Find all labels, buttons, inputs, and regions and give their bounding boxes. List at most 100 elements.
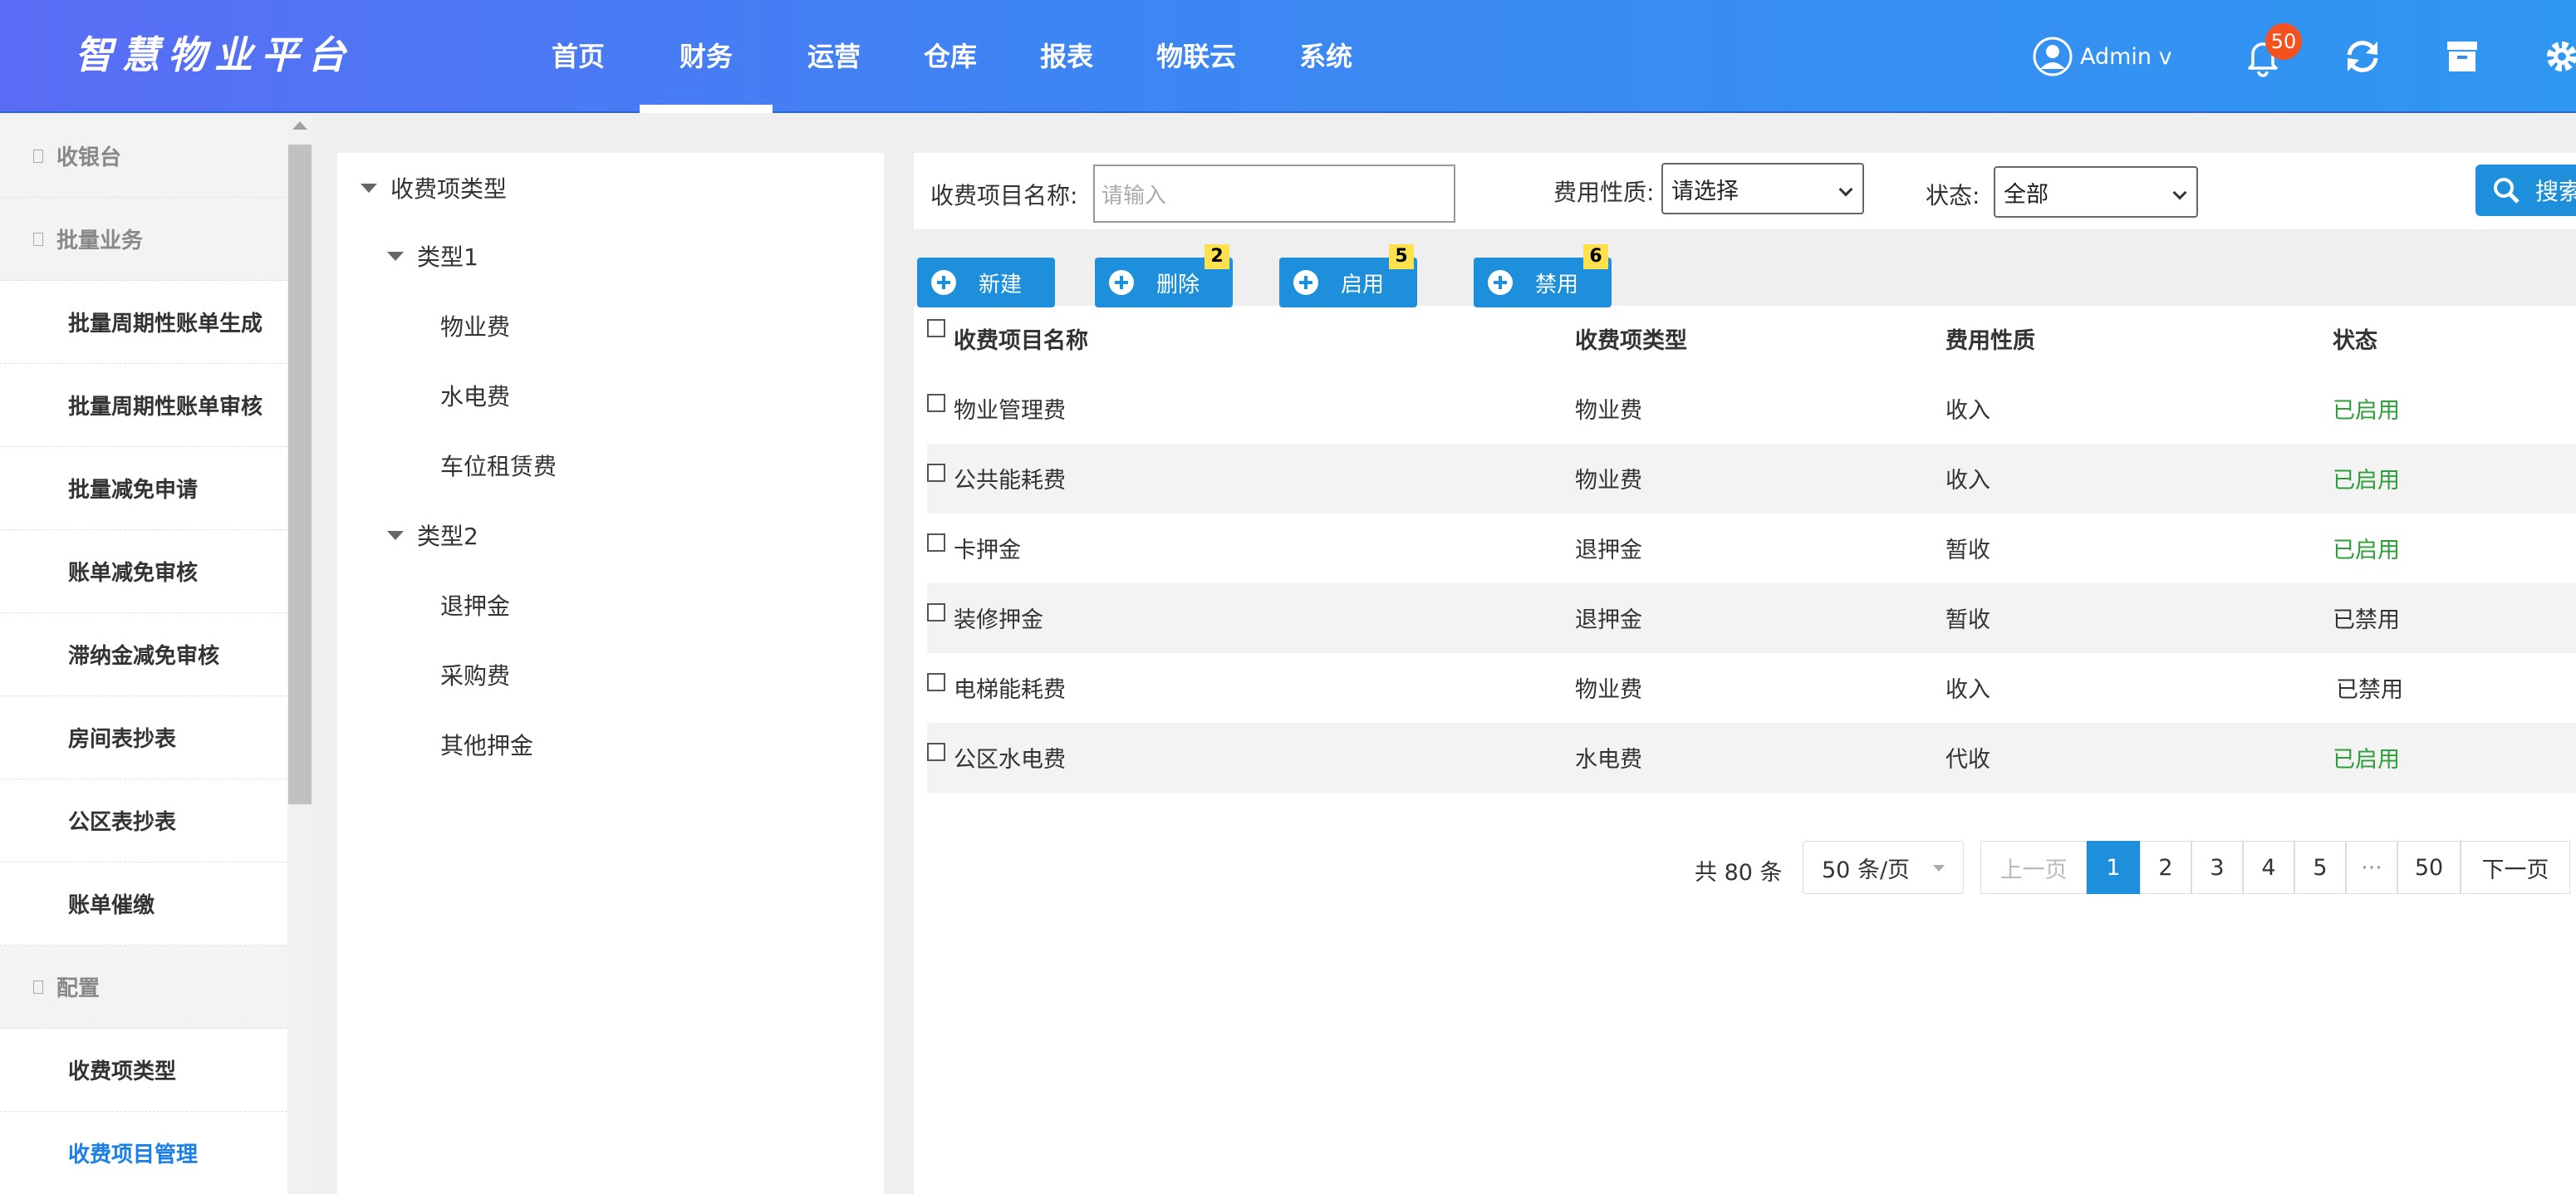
sidebar-item-late-fee-review[interactable]: 滞纳金减免审核 (0, 613, 287, 696)
sidebar-item-fee-management[interactable]: 收费项目管理 (0, 1112, 287, 1194)
cell-name: 公共能耗费 (954, 468, 1066, 494)
table-row[interactable]: 物业管理费 物业费 收入 已启用 (927, 374, 2576, 444)
cell-status: 已启用 (2333, 538, 2400, 563)
tree-leaf[interactable]: 车位租赁费 (440, 449, 557, 482)
pagination-total: 共 80 条 (1695, 860, 1783, 886)
nav-finance[interactable]: 财务 (640, 0, 773, 113)
nav-warehouse[interactable]: 仓库 (895, 0, 1005, 113)
row-checkbox[interactable] (927, 394, 945, 412)
next-page-button[interactable]: 下一页 (2461, 841, 2570, 894)
page-size-select[interactable]: 50 条/页 (1803, 841, 1964, 894)
select-all-checkbox[interactable] (927, 319, 945, 337)
plus-circle-icon (1293, 270, 1318, 295)
caret-down-icon (1933, 865, 1945, 872)
sidebar: 收银台 批量业务 批量周期性账单生成 批量周期性账单审核 批量减免申请 账单减免… (0, 115, 287, 1194)
table-row[interactable]: 公共能耗费 物业费 收入 已启用 (927, 444, 2576, 513)
gear-icon[interactable] (2540, 35, 2576, 78)
page-button-3[interactable]: 3 (2191, 841, 2243, 894)
sidebar-item-batch-bill-review[interactable]: 批量周期性账单审核 (0, 364, 287, 447)
app-logo: 智慧物业平台 (75, 32, 354, 77)
tree-leaf[interactable]: 其他押金 (440, 728, 533, 761)
tree-root[interactable]: 收费项类型 (361, 171, 507, 204)
tree-leaf[interactable]: 水电费 (440, 379, 510, 412)
sidebar-scroll-thumb[interactable] (288, 145, 312, 804)
cell-status: 已禁用 (2333, 607, 2400, 633)
row-checkbox[interactable] (927, 673, 945, 691)
tree-leaf[interactable]: 退押金 (440, 588, 510, 622)
sidebar-item-fee-type[interactable]: 收费项类型 (0, 1029, 287, 1112)
main-panel: 收费项目名称: 请输入 费用性质: 请选择 状态: 全部 搜索 新建 删除 2 … (914, 153, 2576, 1194)
page-button-5[interactable]: 5 (2294, 841, 2346, 894)
tree-leaf[interactable]: 物业费 (440, 309, 510, 342)
archive-icon[interactable] (2441, 35, 2484, 78)
status-select[interactable]: 全部 (1994, 166, 2198, 218)
refresh-icon[interactable] (2341, 35, 2384, 78)
sidebar-item-batch-reduction[interactable]: 批量减免申请 (0, 447, 287, 530)
chevron-down-icon (1838, 182, 1853, 197)
tree-node-type1[interactable]: 类型1 (387, 239, 478, 273)
scroll-up-icon[interactable] (292, 121, 307, 130)
cell-nature: 代收 (1945, 747, 1990, 773)
col-header-nature: 费用性质 (1945, 328, 2035, 354)
plus-circle-icon (1488, 270, 1513, 295)
sidebar-item-room-meter[interactable]: 房间表抄表 (0, 696, 287, 779)
enable-count-badge: 5 (1389, 244, 1414, 269)
cell-name: 卡押金 (954, 538, 1021, 563)
sidebar-group-batch[interactable]: 批量业务 (0, 198, 287, 281)
cell-type: 物业费 (1575, 468, 1642, 494)
user-menu[interactable]: Admin v (2032, 33, 2172, 80)
table-row[interactable]: 装修押金 退押金 暂收 已禁用 (927, 583, 2576, 653)
nature-filter-label: 费用性质: (1553, 179, 1655, 206)
cell-status: 已启用 (2333, 468, 2400, 494)
table-row[interactable]: 卡押金 退押金 暂收 已启用 (927, 513, 2576, 583)
status-filter-label: 状态: (1926, 182, 1980, 209)
sidebar-item-batch-bill-generate[interactable]: 批量周期性账单生成 (0, 281, 287, 364)
table-row[interactable]: 公区水电费 水电费 代收 已启用 (927, 723, 2576, 793)
filter-bar: 收费项目名称: 请输入 费用性质: 请选择 状态: 全部 (914, 153, 2576, 229)
tree-node-type2[interactable]: 类型2 (387, 518, 478, 552)
cell-nature: 收入 (1945, 398, 1990, 424)
page-button-4[interactable]: 4 (2243, 841, 2294, 894)
sidebar-item-public-meter[interactable]: 公区表抄表 (0, 779, 287, 862)
row-checkbox[interactable] (927, 743, 945, 761)
cell-nature: 暂收 (1945, 538, 1990, 563)
sidebar-group-cashier[interactable]: 收银台 (0, 115, 287, 198)
table-row[interactable]: 电梯能耗费 物业费 收入 已禁用 (927, 653, 2576, 723)
col-header-type: 收费项类型 (1575, 328, 1687, 354)
delete-count-badge: 2 (1205, 244, 1229, 269)
prev-page-button[interactable]: 上一页 (1980, 841, 2087, 894)
sidebar-item-bill-reduction-review[interactable]: 账单减免审核 (0, 530, 287, 613)
nav-home[interactable]: 首页 (523, 0, 633, 113)
page-ellipsis[interactable]: ··· (2346, 841, 2397, 894)
cell-nature: 暂收 (1945, 607, 1990, 633)
cell-name: 公区水电费 (954, 747, 1066, 773)
nature-select[interactable]: 请选择 (1661, 163, 1864, 214)
group-icon (33, 149, 43, 163)
page-button-1[interactable]: 1 (2087, 841, 2140, 894)
sidebar-group-config[interactable]: 配置 (0, 946, 287, 1029)
user-avatar-icon (2033, 37, 2073, 76)
caret-down-icon (387, 251, 404, 261)
cell-nature: 收入 (1945, 677, 1990, 703)
page-button-50[interactable]: 50 (2397, 841, 2461, 894)
sidebar-item-bill-reminder[interactable]: 账单催缴 (0, 862, 287, 946)
nav-system[interactable]: 系统 (1271, 0, 1381, 113)
nav-reports[interactable]: 报表 (1012, 0, 1121, 113)
nav-iot-cloud[interactable]: 物联云 (1128, 0, 1264, 113)
tree-leaf[interactable]: 采购费 (440, 658, 510, 691)
nav-operations[interactable]: 运营 (779, 0, 889, 113)
create-button[interactable]: 新建 (917, 258, 1055, 307)
search-button[interactable]: 搜索 (2475, 165, 2576, 216)
row-checkbox[interactable] (927, 464, 945, 482)
cell-nature: 收入 (1945, 468, 1990, 494)
row-checkbox[interactable] (927, 533, 945, 552)
main-nav: 首页 财务 运营 仓库 报表 物联云 系统 (523, 0, 1387, 113)
page-button-2[interactable]: 2 (2140, 841, 2191, 894)
name-filter-input[interactable]: 请输入 (1093, 165, 1455, 223)
group-icon (33, 232, 43, 246)
row-checkbox[interactable] (927, 603, 945, 622)
cell-status: 已启用 (2333, 747, 2400, 773)
cell-status: 已启用 (2333, 398, 2400, 424)
name-filter-label: 收费项目名称: (930, 182, 1078, 209)
chevron-down-icon (2172, 185, 2187, 200)
